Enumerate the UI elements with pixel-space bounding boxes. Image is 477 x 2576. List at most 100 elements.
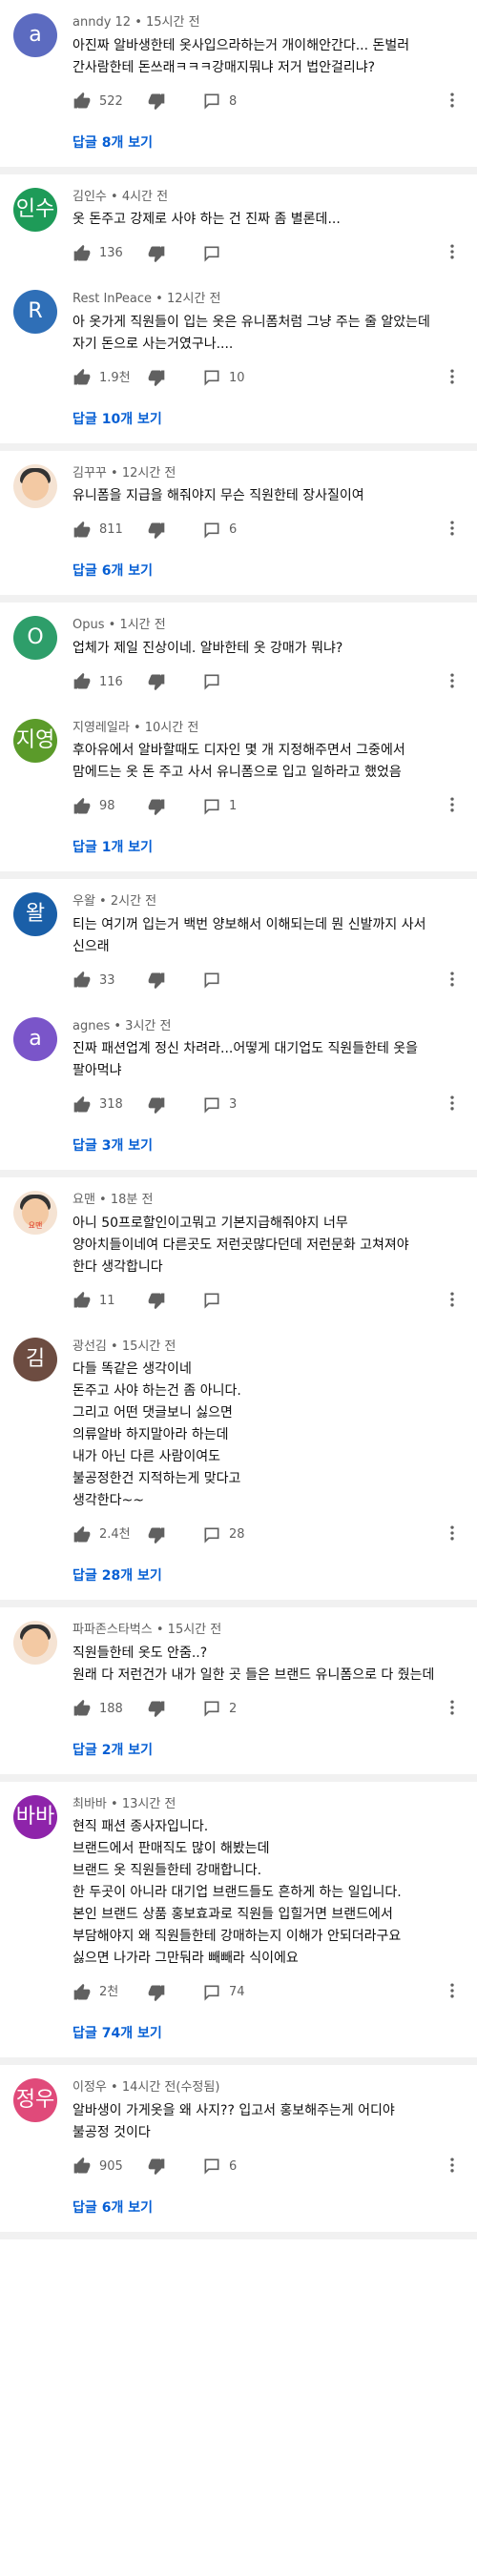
more-vert-icon[interactable] — [443, 669, 462, 692]
more-vert-icon[interactable] — [443, 1979, 462, 2002]
more-vert-icon[interactable] — [443, 240, 462, 263]
dislike-button[interactable] — [147, 365, 166, 392]
avatar[interactable]: 요맨 — [13, 1191, 57, 1235]
like-count: 522 — [99, 93, 123, 109]
author-name[interactable]: Opus — [73, 618, 105, 632]
avatar[interactable]: 김 — [13, 1337, 57, 1381]
like-button[interactable]: 811 — [73, 517, 123, 543]
author-name[interactable]: agnes — [73, 1019, 110, 1033]
replies-count: 6 — [101, 563, 112, 579]
reply-button[interactable]: 8 — [202, 89, 237, 115]
more-vert-icon[interactable] — [443, 1288, 462, 1311]
like-button[interactable]: 33 — [73, 968, 115, 994]
reply-button[interactable] — [202, 669, 229, 696]
like-button[interactable]: 2천 — [73, 1979, 118, 2006]
dislike-button[interactable] — [147, 89, 166, 115]
view-replies-link[interactable]: 답글 28개 보기 — [73, 1565, 477, 1586]
like-button[interactable]: 11 — [73, 1288, 115, 1315]
author-name[interactable]: 이정우 — [73, 2080, 107, 2095]
dislike-button[interactable] — [147, 1288, 166, 1315]
view-replies-link[interactable]: 답글 10개 보기 — [73, 409, 477, 430]
reply-button[interactable]: 2 — [202, 1696, 237, 1723]
author-name[interactable]: 광선김 — [73, 1339, 107, 1354]
dislike-button[interactable] — [147, 669, 166, 696]
dislike-button[interactable] — [147, 517, 166, 543]
avatar[interactable]: 지영 — [13, 718, 57, 763]
author-name[interactable]: 지영레일라 — [73, 721, 130, 735]
reply-count: 6 — [229, 522, 238, 537]
more-vert-icon[interactable] — [443, 968, 462, 991]
comment: a agnes • 3시간 전 진짜 패션업계 정신 차려라...어떻게 대기업도 … — [0, 1015, 477, 1119]
more-vert-icon[interactable] — [443, 793, 462, 816]
view-replies-link[interactable]: 답글 8개 보기 — [73, 133, 477, 153]
reply-button[interactable]: 28 — [202, 1522, 245, 1548]
reply-button[interactable]: 6 — [202, 517, 237, 543]
reply-button[interactable] — [202, 968, 229, 994]
more-vert-icon[interactable] — [443, 1696, 462, 1719]
reply-button[interactable]: 10 — [202, 365, 245, 392]
dislike-button[interactable] — [147, 240, 166, 267]
dislike-button[interactable] — [147, 1696, 166, 1723]
avatar[interactable]: 왈 — [13, 892, 57, 936]
thumb-up-icon — [73, 1095, 92, 1114]
reply-button[interactable] — [202, 240, 229, 267]
like-button[interactable]: 2.4천 — [73, 1522, 131, 1548]
avatar-face — [22, 471, 49, 501]
like-button[interactable]: 318 — [73, 1092, 123, 1118]
like-button[interactable]: 522 — [73, 89, 123, 115]
view-replies-link[interactable]: 답글 74개 보기 — [73, 2023, 477, 2044]
view-replies-link[interactable]: 답글 3개 보기 — [73, 1135, 477, 1156]
dislike-button[interactable] — [147, 2154, 166, 2180]
more-vert-icon[interactable] — [443, 1092, 462, 1114]
avatar[interactable]: 바바 — [13, 1794, 57, 1839]
like-button[interactable]: 136 — [73, 240, 123, 267]
like-button[interactable]: 905 — [73, 2154, 123, 2180]
reply-button[interactable]: 74 — [202, 1979, 245, 2006]
view-replies-link[interactable]: 답글 6개 보기 — [73, 2198, 477, 2218]
dislike-button[interactable] — [147, 1522, 166, 1548]
more-vert-icon[interactable] — [443, 2154, 462, 2177]
avatar[interactable]: O — [13, 616, 57, 660]
comment-icon-svg — [204, 370, 219, 386]
replies-suffix: 개 보기 — [111, 840, 154, 855]
view-replies-link[interactable]: 답글 1개 보기 — [73, 837, 477, 858]
reply-button[interactable]: 3 — [202, 1092, 237, 1118]
avatar[interactable]: a — [13, 1016, 57, 1061]
reply-button[interactable]: 1 — [202, 793, 237, 820]
more-vert-icon[interactable] — [443, 365, 462, 388]
avatar-initials: 김 — [25, 1346, 46, 1371]
author-name[interactable]: Rest InPeace — [73, 292, 152, 306]
author-name[interactable]: 파파존스타벅스 — [73, 1623, 153, 1637]
avatar[interactable] — [13, 1621, 57, 1665]
like-button[interactable]: 1.9천 — [73, 365, 131, 392]
avatar[interactable]: R — [13, 290, 57, 334]
more-vert-icon[interactable] — [443, 1522, 462, 1544]
avatar[interactable]: 정우 — [13, 2078, 57, 2122]
avatar[interactable] — [13, 463, 57, 508]
author-name[interactable]: 김인수 — [73, 190, 107, 204]
like-button[interactable]: 98 — [73, 793, 115, 820]
author-name[interactable]: 최바바 — [73, 1797, 107, 1811]
view-replies-link[interactable]: 답글 6개 보기 — [73, 561, 477, 582]
more-vert-icon[interactable] — [443, 89, 462, 112]
dislike-button[interactable] — [147, 793, 166, 820]
comment: 김 광선김 • 15시간 전 다들 똑같은 생각이네 돈주고 사야 하는건 좀 아니… — [0, 1336, 477, 1549]
reply-button[interactable] — [202, 1288, 229, 1315]
comment: 인수 김인수 • 4시간 전옷 돈주고 강제로 사야 하는 건 진짜 좀 별론데.… — [0, 186, 477, 268]
more-vert-icon[interactable] — [443, 517, 462, 540]
author-name[interactable]: anndy 12 — [73, 15, 131, 30]
author-name[interactable]: 김꾸꾸 — [73, 466, 107, 480]
avatar-initials: R — [28, 299, 43, 323]
avatar[interactable]: 인수 — [13, 187, 57, 232]
view-replies-link[interactable]: 답글 2개 보기 — [73, 1740, 477, 1761]
author-name[interactable]: 우왈 — [73, 894, 95, 909]
dislike-button[interactable] — [147, 1092, 166, 1118]
author-name[interactable]: 요맨 — [73, 1193, 95, 1207]
dislike-button[interactable] — [147, 968, 166, 994]
avatar[interactable]: a — [13, 13, 57, 57]
reply-button[interactable]: 6 — [202, 2154, 237, 2180]
like-button[interactable]: 188 — [73, 1696, 123, 1723]
like-button[interactable]: 116 — [73, 669, 123, 696]
avatar-initials: 정우 — [15, 2088, 55, 2112]
dislike-button[interactable] — [147, 1979, 166, 2006]
